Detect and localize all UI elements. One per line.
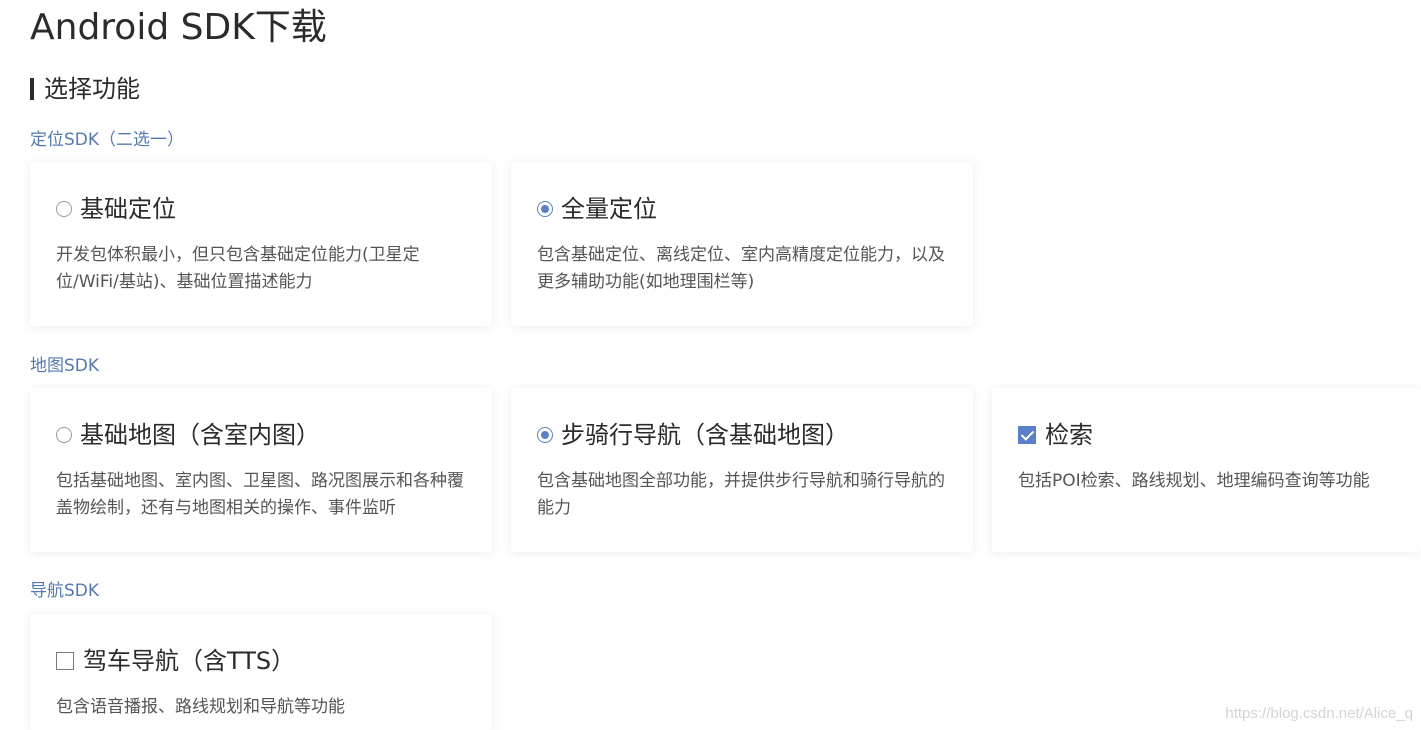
option-card-walk-ride-navigation[interactable]: 步骑行导航（含基础地图） 包含基础地图全部功能，并提供步行导航和骑行导航的能力 xyxy=(511,388,973,552)
page-title: Android SDK下载 xyxy=(30,7,327,48)
section-heading-text: 选择功能 xyxy=(44,75,140,103)
option-description: 包括POI检索、路线规划、地理编码查询等功能 xyxy=(1018,471,1370,491)
heading-accent-bar xyxy=(30,78,34,100)
option-card-basic-map[interactable]: 基础地图（含室内图） 包括基础地图、室内图、卫星图、路况图展示和各种覆盖物绘制，… xyxy=(30,388,492,552)
option-title: 步骑行导航（含基础地图） xyxy=(561,421,849,449)
option-title: 基础地图（含室内图） xyxy=(80,421,320,449)
option-title: 基础定位 xyxy=(80,195,176,223)
option-description: 包含基础地图全部功能，并提供步行导航和骑行导航的能力 xyxy=(537,471,945,518)
option-description: 包含语音播报、路线规划和导航等功能 xyxy=(56,697,345,717)
section-heading: 选择功能 xyxy=(30,72,140,106)
group-label-map-sdk: 地图SDK xyxy=(30,356,100,376)
checkbox-search[interactable] xyxy=(1018,426,1036,444)
option-title-row: 基础地图（含室内图） xyxy=(56,418,466,452)
option-title-row: 基础定位 xyxy=(56,192,466,226)
watermark: https://blog.csdn.net/Alice_q xyxy=(1225,705,1413,722)
option-title: 全量定位 xyxy=(561,195,657,223)
option-title: 检索 xyxy=(1045,421,1093,449)
option-title-row: 驾车导航（含TTS） xyxy=(56,644,466,678)
option-description: 包含基础定位、离线定位、室内高精度定位能力，以及更多辅助功能(如地理围栏等) xyxy=(537,245,945,292)
group-label-navigation-sdk: 导航SDK xyxy=(30,581,100,601)
radio-basic-location[interactable] xyxy=(56,201,72,217)
radio-full-location[interactable] xyxy=(537,201,553,217)
radio-basic-map[interactable] xyxy=(56,427,72,443)
option-title: 驾车导航（含TTS） xyxy=(83,647,296,675)
option-title-row: 全量定位 xyxy=(537,192,947,226)
option-description: 包括基础地图、室内图、卫星图、路况图展示和各种覆盖物绘制，还有与地图相关的操作、… xyxy=(56,471,464,518)
option-card-driving-navigation[interactable]: 驾车导航（含TTS） 包含语音播报、路线规划和导航等功能 xyxy=(30,614,492,730)
option-card-search[interactable]: 检索 包括POI检索、路线规划、地理编码查询等功能 xyxy=(992,388,1421,552)
group-label-location-sdk: 定位SDK（二选一） xyxy=(30,130,185,150)
radio-walk-ride-navigation[interactable] xyxy=(537,427,553,443)
option-title-row: 检索 xyxy=(1018,418,1395,452)
option-card-full-location[interactable]: 全量定位 包含基础定位、离线定位、室内高精度定位能力，以及更多辅助功能(如地理围… xyxy=(511,162,973,326)
option-title-row: 步骑行导航（含基础地图） xyxy=(537,418,947,452)
option-description: 开发包体积最小，但只包含基础定位能力(卫星定位/WiFi/基站)、基础位置描述能… xyxy=(56,245,420,292)
option-card-basic-location[interactable]: 基础定位 开发包体积最小，但只包含基础定位能力(卫星定位/WiFi/基站)、基础… xyxy=(30,162,492,326)
checkbox-driving-navigation[interactable] xyxy=(56,652,74,670)
